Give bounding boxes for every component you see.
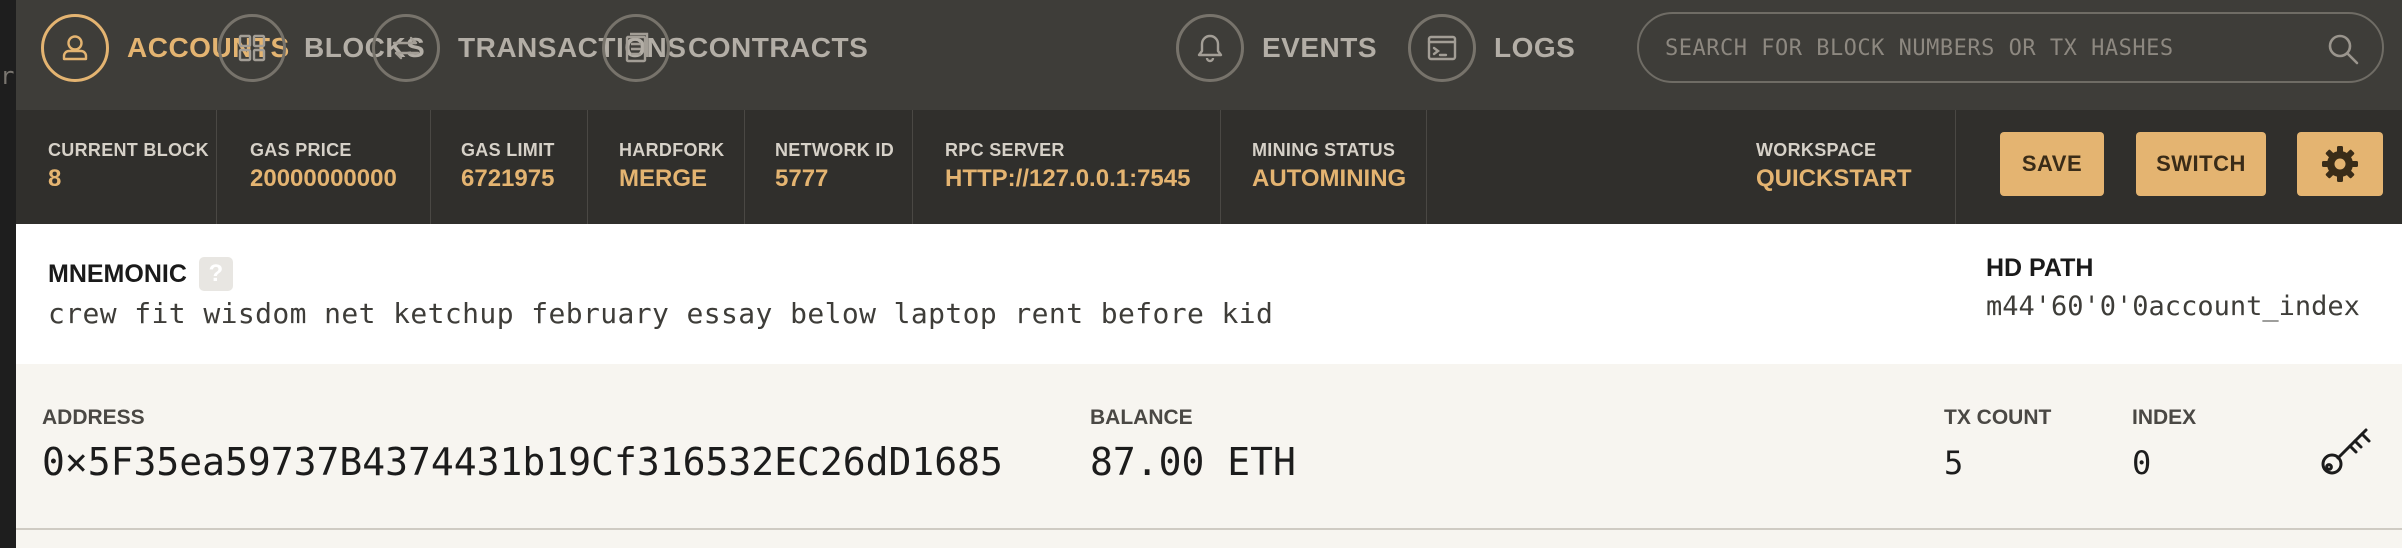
network-id-label: NETWORK ID (775, 140, 894, 160)
help-icon[interactable]: ? (198, 257, 233, 291)
tab-contracts[interactable]: CONTRACTS (602, 12, 868, 84)
divider (430, 110, 431, 224)
gas-price-label: GAS PRICE (250, 140, 352, 160)
tx-count-label: TX COUNT (1944, 406, 2052, 429)
divider (1426, 110, 1427, 224)
rpc-server-value: HTTP://127.0.0.1:7545 (945, 165, 1191, 192)
divider (744, 110, 745, 224)
settings-button[interactable] (2297, 132, 2383, 196)
current-block: CURRENT BLOCK 8 (48, 140, 209, 193)
status-bar: CURRENT BLOCK 8 GAS PRICE 20000000000 GA… (16, 110, 2402, 224)
divider (1220, 110, 1221, 224)
mnemonic-title: MNEMONIC (48, 259, 187, 288)
index-label: INDEX (2132, 406, 2197, 429)
network-id-value: 5777 (775, 165, 829, 192)
gas-limit-label: GAS LIMIT (461, 140, 555, 160)
gas-limit-value: 6721975 (461, 165, 555, 192)
network-id: NETWORK ID 5777 (775, 140, 894, 193)
top-navigation: ACCOUNTS BLOCKS TRANSACTIONS CONTRACTS E… (16, 0, 2402, 110)
switch-button[interactable]: SWITCH (2136, 132, 2266, 196)
tab-events-label: EVENTS (1262, 32, 1378, 63)
search-icon[interactable] (2326, 32, 2360, 66)
hd-path-label: HD PATH (1986, 254, 2094, 282)
terminal-icon (1408, 14, 1476, 82)
address-value: 0×5F35ea59737B4374431b19Cf316532EC26dD16… (42, 440, 1003, 484)
left-window-strip: rt (0, 0, 29, 548)
rpc-server: RPC SERVER HTTP://127.0.0.1:7545 (945, 140, 1190, 193)
search-input[interactable] (1663, 14, 2317, 83)
current-block-value: 8 (48, 165, 62, 192)
tab-contracts-label: CONTRACTS (688, 32, 869, 63)
index-value: 0 (2132, 444, 2152, 482)
hd-path-value: m44'60'0'0account_index (1986, 291, 2360, 322)
contracts-icon (602, 14, 670, 82)
hardfork: HARDFORK MERGE (619, 140, 724, 193)
divider (216, 110, 217, 224)
mnemonic-words: crew fit wisdom net ketchup february ess… (48, 297, 1274, 330)
divider (587, 110, 588, 224)
tab-events[interactable]: EVENTS (1176, 12, 1377, 84)
search-box (1637, 12, 2384, 83)
bell-icon (1176, 14, 1244, 82)
address-label: ADDRESS (42, 406, 145, 429)
mining-status-label: MINING STATUS (1252, 140, 1396, 160)
accounts-icon (41, 14, 109, 82)
mnemonic-title-row: MNEMONIC ? (48, 257, 233, 291)
tab-logs-label: LOGS (1494, 32, 1576, 63)
workspace-label: WORKSPACE (1756, 140, 1877, 160)
blocks-icon (218, 14, 286, 82)
mining-status-value: AUTOMINING (1252, 165, 1407, 192)
gas-limit: GAS LIMIT 6721975 (461, 140, 555, 193)
mining-status: MINING STATUS AUTOMINING (1252, 140, 1406, 193)
save-button[interactable]: SAVE (2000, 132, 2104, 196)
hardfork-value: MERGE (619, 165, 708, 192)
workspace-value: QUICKSTART (1756, 165, 1912, 192)
gas-price-value: 20000000000 (250, 165, 397, 192)
gas-price: GAS PRICE 20000000000 (250, 140, 397, 193)
gear-icon (2322, 146, 2358, 182)
ganache-app: ACCOUNTS BLOCKS TRANSACTIONS CONTRACTS E… (16, 0, 2402, 548)
mnemonic-panel: MNEMONIC ? crew fit wisdom net ketchup f… (16, 224, 2402, 366)
balance-label: BALANCE (1090, 406, 1193, 429)
hardfork-label: HARDFORK (619, 140, 725, 160)
divider (912, 110, 913, 224)
key-icon[interactable] (2316, 422, 2374, 480)
divider (1955, 110, 1956, 224)
transactions-icon (372, 14, 440, 82)
workspace: WORKSPACE QUICKSTART (1756, 140, 1912, 193)
balance-value: 87.00 ETH (1090, 440, 1296, 484)
current-block-label: CURRENT BLOCK (48, 140, 209, 160)
account-row[interactable]: ADDRESS 0×5F35ea59737B4374431b19Cf316532… (16, 364, 2402, 530)
rpc-server-label: RPC SERVER (945, 140, 1065, 160)
tx-count-value: 5 (1944, 444, 1964, 482)
tab-logs[interactable]: LOGS (1408, 12, 1575, 84)
